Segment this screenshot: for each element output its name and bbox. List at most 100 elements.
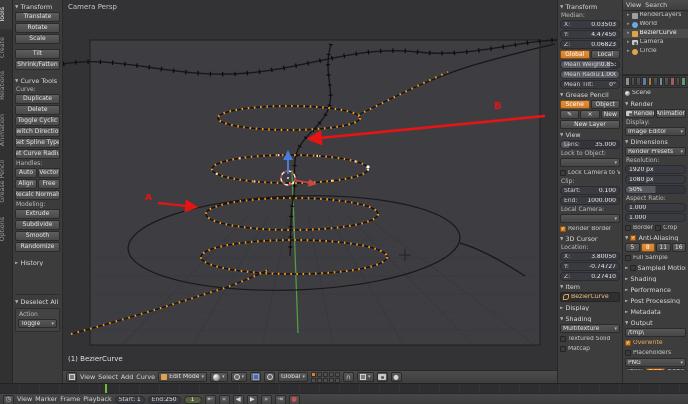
outliner-item-circle[interactable]: Circle [623,47,688,56]
layer-dot[interactable] [310,371,316,377]
scale-button[interactable]: Scale [15,34,60,44]
current-frame-field[interactable]: 1 [183,395,202,404]
panel-header-curve-tools[interactable]: Curve Tools [15,76,60,86]
resolution-percentage-slider[interactable]: 50% [625,185,686,194]
expand-icon[interactable] [627,30,630,36]
layer-dot[interactable] [334,371,340,377]
outliner-item-renderlayers[interactable]: RenderLayers [623,11,688,20]
tab-texture-icon[interactable] [675,77,681,86]
frame-end-field[interactable]: End: 250 [147,395,181,404]
menu-view[interactable]: View [80,374,95,380]
smooth-button[interactable]: Smooth [15,231,60,241]
handles-align-button[interactable]: Align [15,179,37,189]
rotate-button[interactable]: Rotate [15,23,60,33]
tab-world-icon[interactable] [641,77,647,86]
clip-end-field[interactable]: End: 1000.000 [560,196,620,205]
textured-solid-checkbox[interactable] [560,335,566,342]
fast-forward-button[interactable]: » [260,394,272,404]
editor-type-menu[interactable]: ◷ [3,394,14,404]
panel-header-shading[interactable]: Shading [625,274,686,284]
crop-checkbox[interactable] [655,224,662,231]
matcap-row[interactable]: Matcap [560,344,620,353]
color-rgba-button[interactable]: RGBA [666,368,686,370]
full-sample-row[interactable]: Full Sample [625,253,686,262]
median-x-field[interactable]: X: 0.03503 [560,20,620,29]
color-rgb-button[interactable]: RGB [645,368,666,370]
render-opengl-animation-button[interactable]: ● [390,372,402,382]
subdivide-button[interactable]: Subdivide [15,220,60,230]
aspect-y-field[interactable]: 1.000 [625,213,686,222]
operator-panel-header[interactable]: Deselect All [15,297,60,307]
shrink-fatten-button[interactable]: Shrink/Fatten [15,60,60,70]
extrude-button[interactable]: Extrude [15,209,60,219]
layer-dot[interactable] [334,377,340,383]
shading-mode-dropdown[interactable]: Multitexture [560,324,620,333]
record-button[interactable]: ● [288,394,300,404]
outliner-item-camera[interactable]: Camera [623,38,688,47]
editor-type-menu[interactable] [66,372,77,382]
menu-select[interactable]: Select [98,374,118,380]
shelf-tab-create[interactable]: Create [0,30,12,65]
handles-free-button[interactable]: Free [38,179,60,189]
tab-render-icon[interactable] [625,77,630,86]
snap-element-dropdown[interactable] [356,372,374,382]
shelf-tab-options[interactable]: Options [0,210,12,248]
tab-physics-icon[interactable] [681,77,687,86]
panel-header-performance[interactable]: Performance [625,285,686,295]
lock-camera-row[interactable]: Lock Camera to View [560,168,620,177]
median-y-field[interactable]: Y: 4.47450 [560,30,620,39]
outliner-item-beziercurve[interactable]: BezierCurve [623,29,688,38]
aa-samples-11-button[interactable]: 11 [656,243,671,252]
mean-tilt-field[interactable]: Mean Tilt: 0° [560,80,620,89]
panel-header-anti-aliasing[interactable]: Anti-Aliasing [625,233,686,243]
tab-data-icon[interactable] [664,77,670,86]
randomize-button[interactable]: Randomize [15,242,60,252]
overwrite-checkbox[interactable] [625,339,631,346]
matcap-checkbox[interactable] [560,345,566,352]
resolution-x-field[interactable]: 1920 px [625,165,686,174]
jump-to-end-button[interactable]: ⇥ [274,394,286,404]
tilt-button[interactable]: Tilt [15,49,60,59]
shelf-tab-grease-pencil[interactable]: Grease Pencil [0,153,12,210]
translate-button[interactable]: Translate [15,12,60,22]
space-global-button[interactable]: Global [560,50,590,59]
menu-curve[interactable]: Curve [136,374,155,380]
render-animation-button[interactable]: Animation [656,109,686,118]
gp-new-layer-button[interactable]: New Layer [560,120,620,129]
layer-dot[interactable] [316,371,322,377]
play-button[interactable]: ▶ [246,394,258,404]
panel-header-display[interactable]: Display [560,303,620,313]
expand-icon[interactable] [627,21,630,27]
play-reverse-button[interactable]: ◀ [232,394,244,404]
color-bw-button[interactable]: BW [625,368,645,370]
tab-modifiers-icon[interactable] [658,77,664,86]
timeline-menu-frame[interactable]: Frame [60,396,80,402]
smb-checkbox[interactable] [629,265,636,271]
cursor-z-field[interactable]: Z: 0.27410 [560,272,620,281]
menu-add[interactable]: Add [121,374,133,380]
panel-header-view[interactable]: View [560,130,620,140]
recalc-normals-button[interactable]: Recalc Normals [15,190,60,200]
layer-dot[interactable] [316,377,322,383]
set-spline-type-button[interactable]: Set Spline Type [15,138,60,148]
tab-scene-icon[interactable] [636,77,641,86]
lock-camera-checkbox[interactable] [560,169,566,176]
manipulator-rotate-toggle[interactable] [264,372,276,382]
panel-header-render[interactable]: Render [625,99,686,109]
placeholders-row[interactable]: Placeholders [625,348,686,357]
tab-render-layers-icon[interactable] [630,77,636,86]
outliner-item-world[interactable]: World [623,20,688,29]
panel-header-sampled-motion-blur[interactable]: Sampled Motion Blur [625,263,686,273]
panel-header-dimensions[interactable]: Dimensions [625,137,686,147]
expand-icon[interactable] [627,39,630,45]
expand-icon[interactable] [627,12,630,18]
layer-dot[interactable] [328,371,334,377]
timeline-menu-marker[interactable]: Marker [35,396,57,402]
orientation-dropdown[interactable]: Global [278,372,308,382]
panel-header-output[interactable]: Output [625,318,686,328]
render-opengl-button[interactable] [376,372,388,382]
pivot-dropdown[interactable] [230,372,248,382]
timeline-menu-playback[interactable]: Playback [83,396,112,402]
cursor-y-field[interactable]: Y: -0.74727 [560,262,620,271]
viewport-canvas[interactable] [63,0,557,370]
